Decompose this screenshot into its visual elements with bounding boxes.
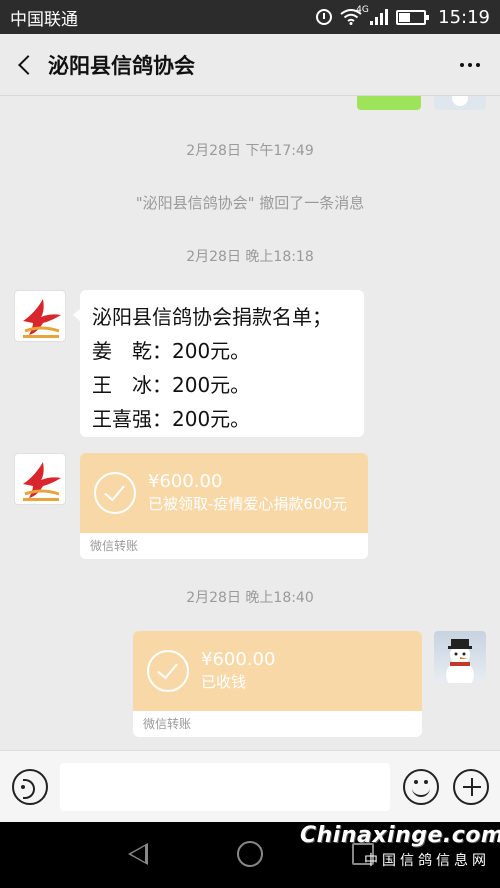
emoji-button[interactable]: [403, 769, 439, 805]
message-line: 泌阳县信鸽协会捐款名单；: [92, 305, 332, 329]
system-home-button[interactable]: [237, 841, 263, 867]
transfer-label: 微信转账: [133, 711, 422, 737]
battery-icon: [396, 9, 430, 25]
chat-title: 泌阳县信鸽协会: [48, 53, 195, 78]
more-actions-button[interactable]: [453, 769, 489, 805]
wechat-transfer-card[interactable]: ¥600.00 已收钱 微信转账: [133, 631, 422, 737]
network-type-label: 4G: [356, 5, 369, 15]
wechat-transfer-card[interactable]: ¥600.00 已被领取-疫情爱心捐款600元 微信转账: [80, 453, 368, 559]
system-back-button[interactable]: [128, 843, 148, 865]
signal-icon: 4G: [356, 5, 389, 25]
input-bar: [0, 750, 500, 822]
alarm-icon: [316, 9, 333, 25]
message-input[interactable]: [60, 763, 390, 811]
check-circle-icon: [94, 472, 136, 514]
chat-header: 泌阳县信鸽协会: [0, 34, 500, 96]
carrier-label: 中国联通: [10, 9, 78, 30]
timestamp: 2月28日 晚上18:40: [186, 590, 314, 606]
watermark-cn: 中国信鸽信息网: [364, 853, 490, 869]
transfer-description: 已被领取-疫情爱心捐款600元: [148, 495, 348, 513]
message-line: 姜 乾：200元。: [92, 339, 251, 363]
site-watermark: Chinaxinge.com 中国信鸽信息网: [300, 823, 500, 870]
back-arrow-icon: [18, 54, 38, 75]
status-bar: 中国联通 4G 15:19: [0, 0, 500, 34]
transfer-description: 已收钱: [201, 673, 247, 691]
donation-list-message[interactable]: 泌阳县信鸽协会捐款名单； 姜 乾：200元。 王 冰：200元。 王喜强：200…: [73, 290, 364, 437]
association-avatar[interactable]: [14, 290, 66, 342]
check-circle-icon: [147, 650, 189, 692]
transfer-amount: ¥600.00: [148, 471, 223, 492]
message-line: 王喜强：200元。: [92, 407, 251, 431]
transfer-label: 微信转账: [80, 533, 368, 559]
timestamp: 2月28日 下午17:49: [186, 143, 314, 159]
snowman-icon: [446, 639, 474, 683]
voice-input-button[interactable]: [12, 769, 48, 805]
pigeon-logo-icon: [23, 462, 61, 501]
back-button[interactable]: [0, 34, 48, 96]
pigeon-logo-icon: [23, 299, 61, 338]
sent-message-bubble-partial[interactable]: [357, 96, 421, 110]
self-avatar[interactable]: [434, 631, 486, 683]
clock: 15:19: [438, 6, 490, 28]
transfer-amount: ¥600.00: [201, 649, 276, 670]
chat-area[interactable]: 2月28日 下午17:49 "泌阳县信鸽协会" 撤回了一条消息 2月28日 晚上…: [0, 96, 500, 750]
recall-notice: "泌阳县信鸽协会" 撤回了一条消息: [135, 194, 365, 212]
watermark-site: Chinaxinge.com: [300, 823, 500, 848]
association-avatar[interactable]: [14, 453, 66, 505]
message-line: 王 冰：200元。: [92, 373, 251, 397]
more-options-button[interactable]: [440, 34, 500, 96]
self-avatar-partial[interactable]: [434, 96, 486, 110]
timestamp: 2月28日 晚上18:18: [186, 249, 314, 265]
